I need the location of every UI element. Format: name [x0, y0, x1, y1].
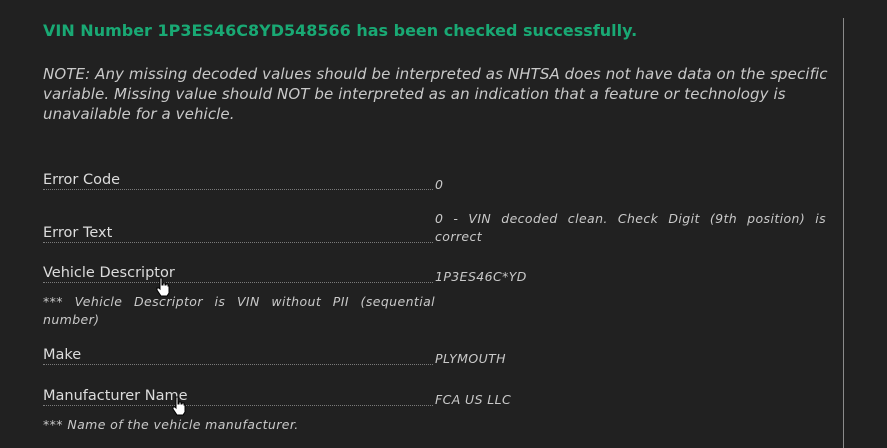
- field-hint: *** Name of the vehicle manufacturer.: [43, 417, 299, 432]
- scrollbar-divider: [843, 18, 844, 448]
- vin-result-panel: VIN Number 1P3ES46C8YD548566 has been ch…: [0, 0, 887, 448]
- success-headline: VIN Number 1P3ES46C8YD548566 has been ch…: [43, 21, 638, 40]
- field-value: PLYMOUTH: [435, 351, 506, 366]
- field-label: Make: [43, 347, 433, 365]
- field-label: Error Code: [43, 172, 433, 190]
- nhtsa-note: NOTE: Any missing decoded values should …: [43, 65, 828, 123]
- field-label: Error Text: [43, 225, 433, 243]
- field-label: Vehicle Descriptor: [43, 265, 433, 283]
- field-label: Manufacturer Name: [43, 388, 433, 406]
- field-value: 0 - VIN decoded clean. Check Digit (9th …: [435, 211, 826, 244]
- field-hint: *** Vehicle Descriptor is VIN without PI…: [43, 294, 435, 327]
- field-value: 1P3ES46C*YD: [435, 269, 527, 284]
- hand-pointer-cursor-icon: [172, 396, 186, 416]
- hand-pointer-cursor-icon: [156, 277, 170, 297]
- field-value: FCA US LLC: [435, 392, 512, 407]
- field-value: 0: [435, 177, 444, 192]
